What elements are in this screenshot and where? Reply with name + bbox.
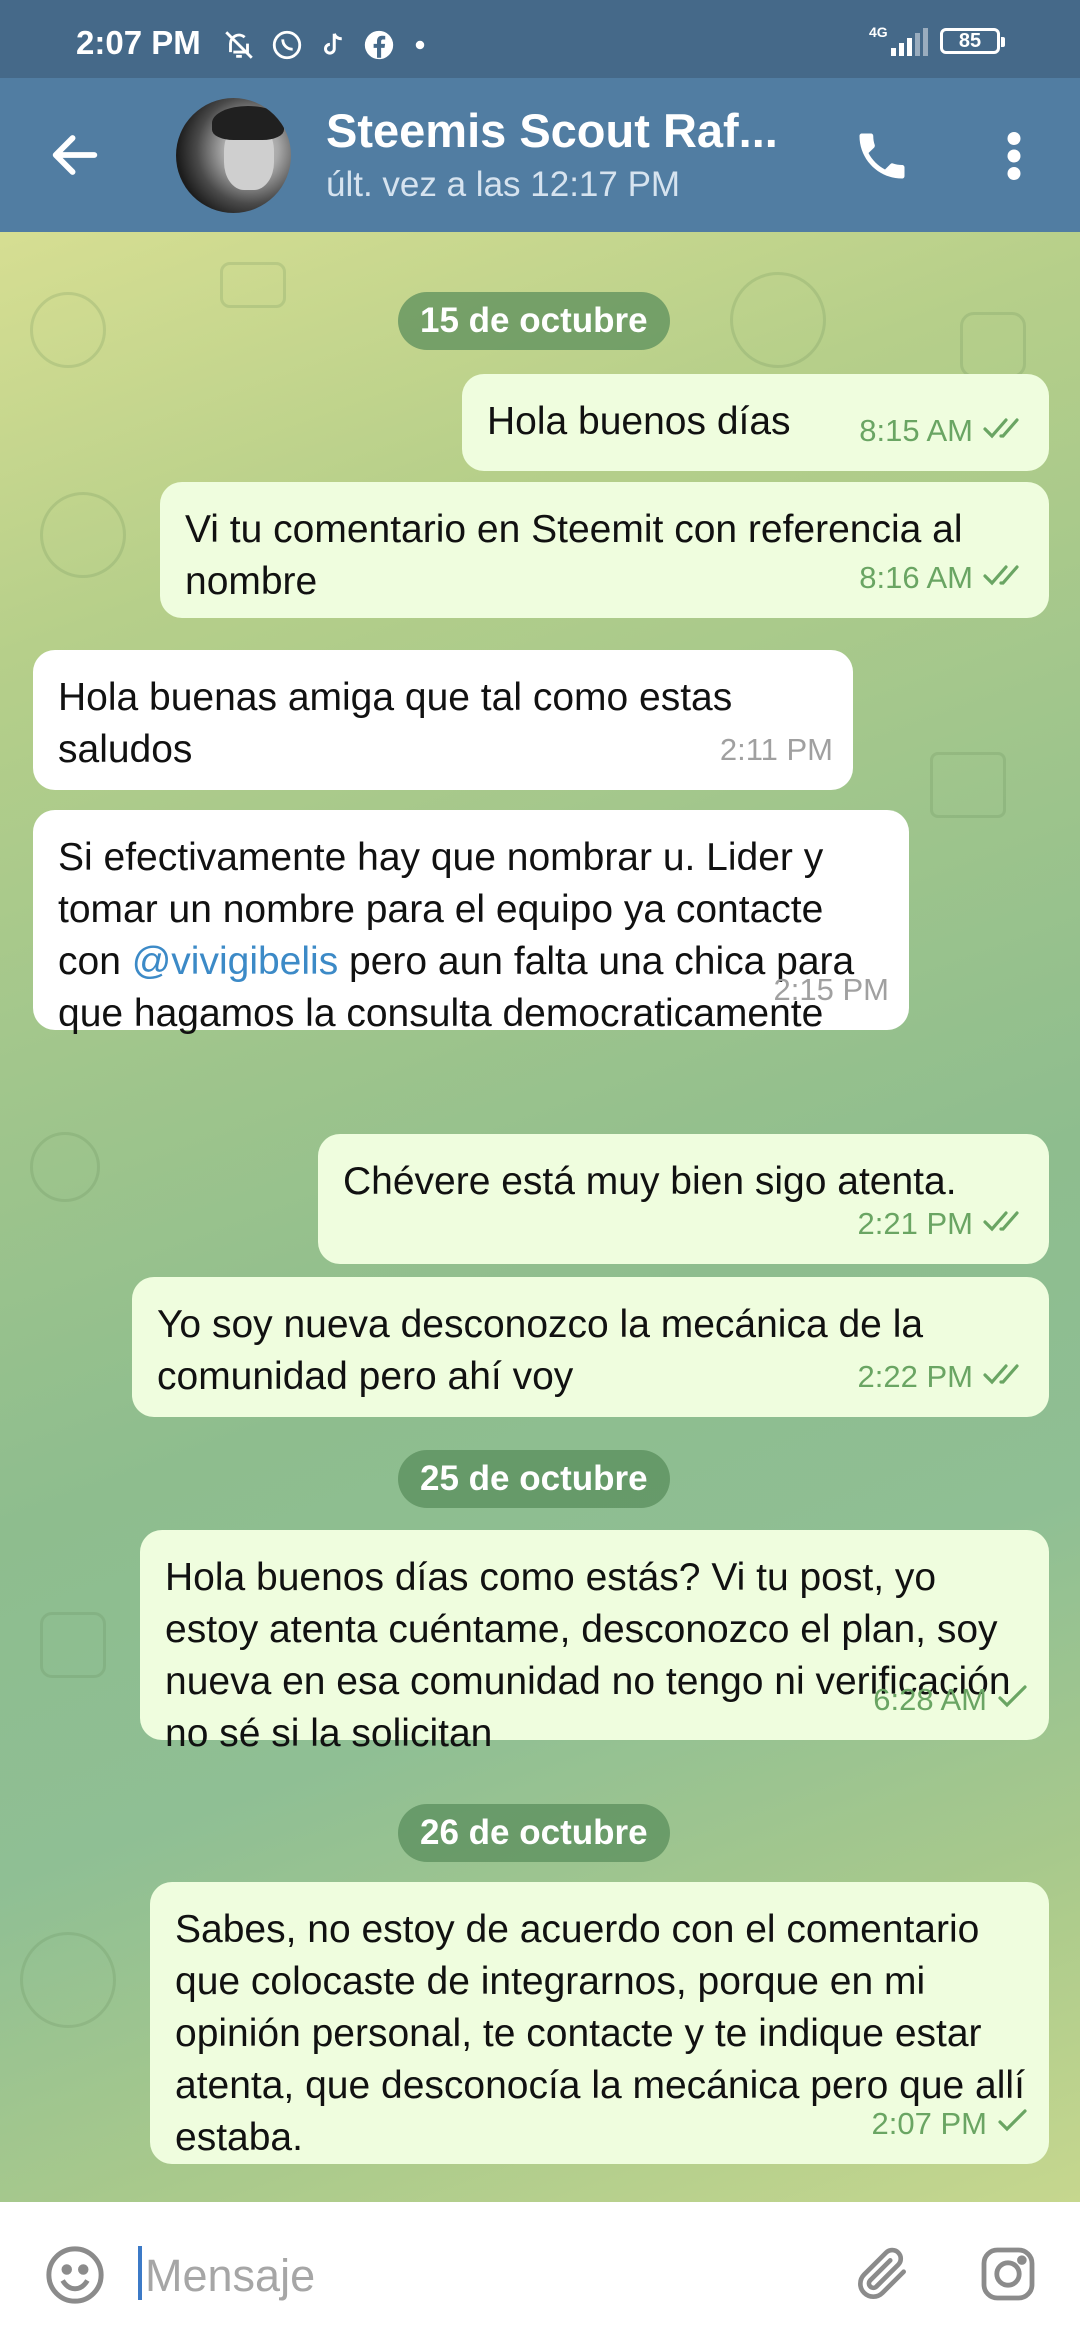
facebook-icon (362, 28, 396, 62)
message-bubble[interactable]: Si efectivamente hay que nombrar u. Lide… (33, 810, 909, 1035)
message-text: Hola buenas amiga que tal como estas sal… (58, 676, 733, 771)
message-time: 6:28 AM (873, 1682, 987, 1717)
message-meta: 2:15 PM (774, 964, 889, 1016)
message-bubble[interactable]: Sabes, no estoy de acuerdo con el coment… (150, 1882, 1049, 2164)
attach-icon[interactable] (852, 2242, 914, 2309)
message-time: 2:07 PM (871, 2106, 987, 2141)
avatar[interactable] (176, 98, 291, 213)
notification-icons (222, 28, 430, 62)
message-text: Hola buenos días como estás? Vi tu post,… (165, 1556, 1011, 1755)
message-bubble[interactable]: Vi tu comentario en Steemit con referenc… (160, 482, 1049, 618)
phone-icon[interactable] (852, 126, 912, 191)
double-check-icon (983, 1351, 1029, 1403)
message-bubble[interactable]: Hola buenos días 8:15 AM (462, 374, 1049, 471)
message-time: 8:16 AM (859, 560, 973, 595)
contact-name[interactable]: Steemis Scout Raf... (326, 103, 778, 158)
system-icons: 4G 85 (869, 24, 1005, 56)
chat-area[interactable]: 15 de octubre Hola buenos días 8:15 AM V… (0, 232, 1080, 2202)
date-chip: 15 de octubre (398, 292, 670, 350)
single-check-icon (997, 2098, 1029, 2150)
whatsapp-icon (270, 28, 304, 62)
message-time: 8:15 AM (859, 413, 973, 448)
back-arrow-icon[interactable] (46, 126, 104, 189)
message-bubble[interactable]: Hola buenas amiga que tal como estas sal… (33, 650, 853, 790)
battery-icon: 85 (940, 28, 1005, 54)
muted-bell-icon (222, 28, 256, 62)
chat-header: Steemis Scout Raf... últ. vez a las 12:1… (0, 78, 1080, 232)
message-bubble[interactable]: Yo soy nueva desconozco la mecánica de l… (132, 1277, 1049, 1417)
message-time: 2:21 PM (857, 1206, 973, 1241)
message-time: 2:11 PM (719, 732, 833, 767)
double-check-icon (983, 1198, 1029, 1250)
tiktok-icon (318, 28, 348, 62)
status-bar: 2:07 PM 4G 85 (0, 0, 1080, 78)
message-text: Si efectivamente hay que nombrar u. Lide… (58, 836, 855, 1035)
message-time: 2:22 PM (857, 1359, 973, 1394)
signal-icon: 4G (869, 24, 928, 56)
double-check-icon (983, 552, 1029, 604)
message-meta: 2:07 PM (872, 2098, 1029, 2150)
mention-link[interactable]: @vivigibelis (132, 940, 338, 983)
message-input[interactable]: Mensaje (145, 2250, 315, 2302)
double-check-icon (983, 405, 1029, 457)
more-vertical-icon[interactable] (1000, 126, 1028, 191)
network-type: 4G (869, 24, 888, 40)
message-meta: 2:11 PM (720, 724, 833, 776)
message-meta: 2:21 PM (858, 1198, 1029, 1250)
message-bubble[interactable]: Hola buenos días como estás? Vi tu post,… (140, 1530, 1049, 1755)
message-meta: 8:15 AM (859, 405, 1029, 457)
message-meta: 6:28 AM (873, 1674, 1029, 1726)
text-cursor (138, 2246, 142, 2300)
message-composer: Mensaje (0, 2202, 1080, 2340)
single-check-icon (997, 1674, 1029, 1726)
message-meta: 2:22 PM (858, 1351, 1029, 1403)
date-chip: 26 de octubre (398, 1804, 670, 1862)
dot-icon (410, 28, 430, 62)
camera-icon[interactable] (976, 2242, 1040, 2311)
last-seen: últ. vez a las 12:17 PM (326, 165, 681, 204)
message-meta: 8:16 AM (859, 552, 1029, 604)
status-time: 2:07 PM (76, 24, 201, 61)
date-chip: 25 de octubre (398, 1450, 670, 1508)
emoji-icon[interactable] (42, 2242, 108, 2313)
message-time: 2:15 PM (773, 972, 889, 1007)
message-bubble[interactable]: Chévere está muy bien sigo atenta. 2:21 … (318, 1134, 1049, 1264)
